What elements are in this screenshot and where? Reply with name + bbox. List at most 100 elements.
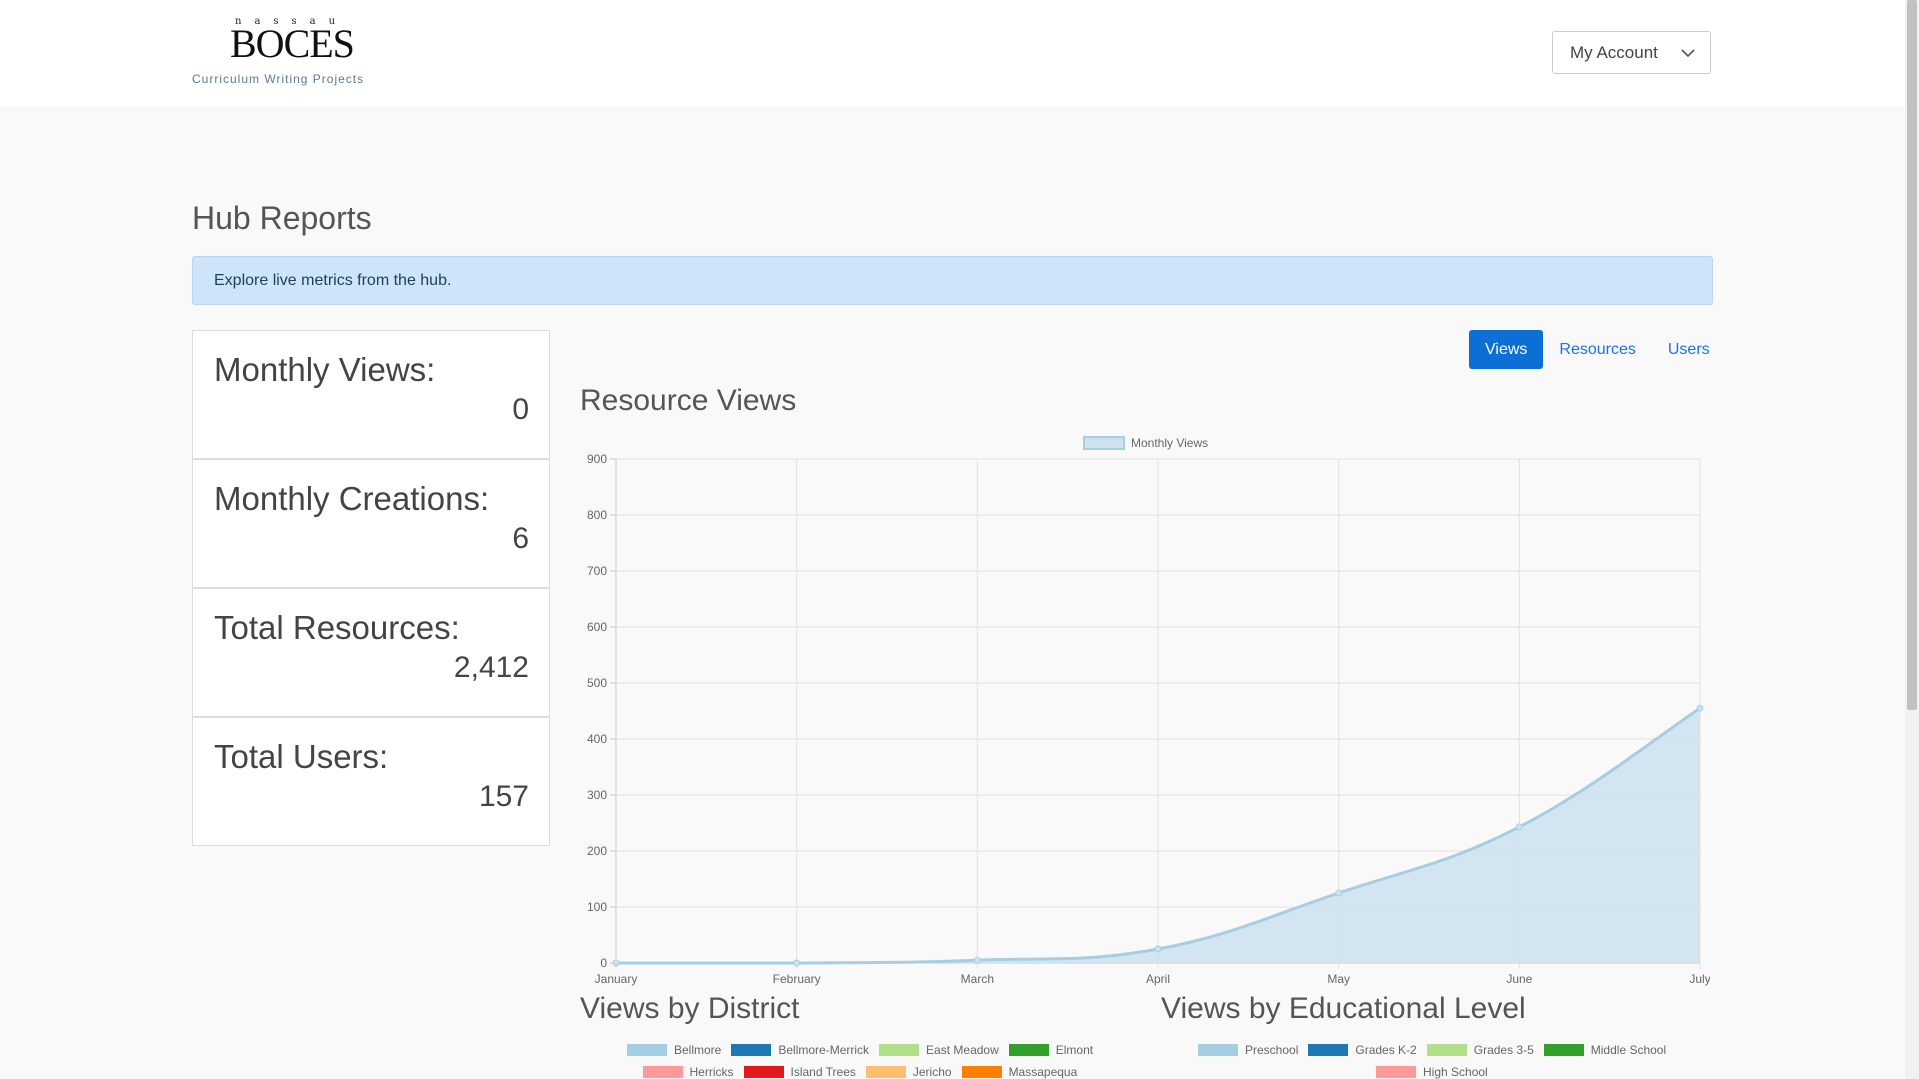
- legend-item[interactable]: Bellmore: [627, 1043, 721, 1057]
- legend-swatch: [1083, 436, 1125, 450]
- x-tick-label: April: [1146, 972, 1170, 986]
- y-tick-label: 600: [587, 620, 607, 634]
- vertical-scrollbar[interactable]: [1905, 0, 1919, 1079]
- legend-label: Herricks: [689, 1065, 734, 1079]
- my-account-dropdown[interactable]: My Account: [1552, 31, 1711, 74]
- stat-label: Monthly Views:: [214, 351, 436, 388]
- x-tick-label: May: [1327, 972, 1350, 986]
- legend-label: Grades K-2: [1355, 1043, 1417, 1057]
- legend-label: Middle School: [1590, 1043, 1667, 1057]
- legend-row: High School: [1376, 1065, 1498, 1079]
- resource-views-title: Resource Views: [580, 384, 797, 417]
- views-by-level-title: Views by Educational Level: [1161, 992, 1526, 1025]
- data-point: [1335, 889, 1343, 897]
- legend-swatch: [1008, 1044, 1049, 1056]
- legend-item[interactable]: Herricks: [642, 1065, 734, 1079]
- page-title: Hub Reports: [192, 200, 372, 236]
- legend-item[interactable]: East Meadow: [879, 1043, 999, 1057]
- stat-label: Total Users:: [214, 738, 389, 775]
- stat-card-total-users: Total Users: 157: [192, 717, 550, 846]
- y-tick-label: 200: [587, 844, 607, 858]
- legend-item[interactable]: Bellmore-Merrick: [731, 1043, 869, 1057]
- legend-swatch: [743, 1066, 784, 1078]
- legend-item[interactable]: Elmont: [1008, 1043, 1094, 1057]
- data-point: [1515, 823, 1523, 831]
- data-point: [1154, 945, 1162, 953]
- data-point: [1696, 704, 1704, 712]
- legend-swatch: [1376, 1066, 1416, 1078]
- logo-boces-text: BOCES: [230, 21, 355, 66]
- x-tick-label: February: [773, 972, 821, 986]
- legend-label: East Meadow: [926, 1043, 999, 1057]
- stat-value: 2,412: [453, 651, 529, 684]
- legend-swatch: [731, 1044, 772, 1056]
- legend-swatch: [1543, 1044, 1584, 1056]
- legend-row: Preschool Grades K-2 Grades 3-5 Middle Scho…: [1198, 1043, 1676, 1057]
- legend-swatch: [961, 1066, 1002, 1078]
- y-tick-label: 800: [587, 508, 607, 522]
- x-tick-label: June: [1506, 972, 1532, 986]
- legend-swatch: [1198, 1044, 1238, 1056]
- x-tick-label: March: [961, 972, 994, 986]
- legend-item[interactable]: Island Trees: [743, 1065, 856, 1079]
- legend-row: Herricks Island Trees Jericho Massapequa: [642, 1065, 1088, 1079]
- stat-card-total-resources: Total Resources: 2,412: [192, 588, 550, 717]
- chevron-down-icon: [1681, 49, 1695, 58]
- legend-row: Bellmore Bellmore-Merrick East Meadow Elmon…: [627, 1043, 1103, 1057]
- legend-label: High School: [1423, 1065, 1488, 1079]
- legend-label: Bellmore-Merrick: [778, 1043, 870, 1057]
- legend-item[interactable]: Grades K-2: [1308, 1043, 1417, 1057]
- stat-label: Monthly Creations:: [214, 480, 490, 517]
- legend-swatch: [865, 1066, 906, 1078]
- legend-label: Massapequa: [1008, 1065, 1078, 1079]
- data-point: [973, 956, 981, 964]
- stat-value: 157: [478, 780, 529, 813]
- y-tick-label: 900: [587, 452, 607, 466]
- y-tick-label: 0: [600, 956, 607, 970]
- legend-item[interactable]: Preschool: [1198, 1043, 1298, 1057]
- resource-views-chart: Monthly Views 0 100 200 300 400 500 600 700 800 90…: [587, 436, 1710, 986]
- legend-item[interactable]: Middle School: [1543, 1043, 1667, 1057]
- boces-logo[interactable]: nassau BOCES Curriculum Writing Projects: [192, 16, 392, 90]
- x-tick-label: January: [595, 972, 638, 986]
- y-tick-label: 700: [587, 564, 607, 578]
- legend-swatch: [1308, 1044, 1349, 1056]
- tab-users[interactable]: Users: [1652, 330, 1726, 369]
- data-point: [793, 959, 801, 967]
- stat-card-monthly-creations: Monthly Creations: 6: [192, 459, 550, 588]
- legend-swatch: [627, 1044, 667, 1056]
- stat-value: 6: [512, 522, 529, 555]
- legend-item[interactable]: High School: [1376, 1065, 1488, 1079]
- views-by-district-title: Views by District: [580, 992, 800, 1025]
- stat-label: Total Resources:: [214, 609, 460, 646]
- legend-swatch: [879, 1044, 920, 1056]
- legend-label: Island Trees: [790, 1065, 856, 1079]
- report-tabs: Views Resources Users: [1469, 330, 1726, 369]
- legend-swatch: [1426, 1044, 1467, 1056]
- info-alert: Explore live metrics from the hub.: [192, 256, 1713, 305]
- tab-views[interactable]: Views: [1469, 330, 1544, 369]
- y-tick-label: 400: [587, 732, 607, 746]
- legend-item[interactable]: Jericho: [865, 1065, 952, 1079]
- logo-tagline: Curriculum Writing Projects: [192, 72, 365, 86]
- legend-label: Preschool: [1245, 1043, 1299, 1057]
- legend-label: Jericho: [912, 1065, 952, 1079]
- y-tick-label: 300: [587, 788, 607, 802]
- y-tick-label: 100: [587, 900, 607, 914]
- legend-label: Monthly Views: [1131, 436, 1208, 450]
- my-account-label: My Account: [1570, 42, 1658, 62]
- stat-card-monthly-views: Monthly Views: 0: [192, 330, 550, 459]
- top-navbar: nassau BOCES Curriculum Writing Projects…: [0, 0, 1905, 107]
- legend-label: Elmont: [1055, 1043, 1094, 1057]
- tab-resources[interactable]: Resources: [1543, 330, 1651, 369]
- legend-swatch: [642, 1066, 683, 1078]
- data-point: [612, 959, 620, 967]
- legend-label: Bellmore: [674, 1043, 722, 1057]
- x-tick-label: July: [1689, 972, 1710, 986]
- y-tick-label: 500: [587, 676, 607, 690]
- scrollbar-thumb[interactable]: [1907, 0, 1917, 710]
- stat-value: 0: [512, 393, 529, 426]
- legend-item[interactable]: Massapequa: [961, 1065, 1078, 1079]
- legend-item[interactable]: Grades 3-5: [1426, 1043, 1534, 1057]
- legend-label: Grades 3-5: [1473, 1043, 1534, 1057]
